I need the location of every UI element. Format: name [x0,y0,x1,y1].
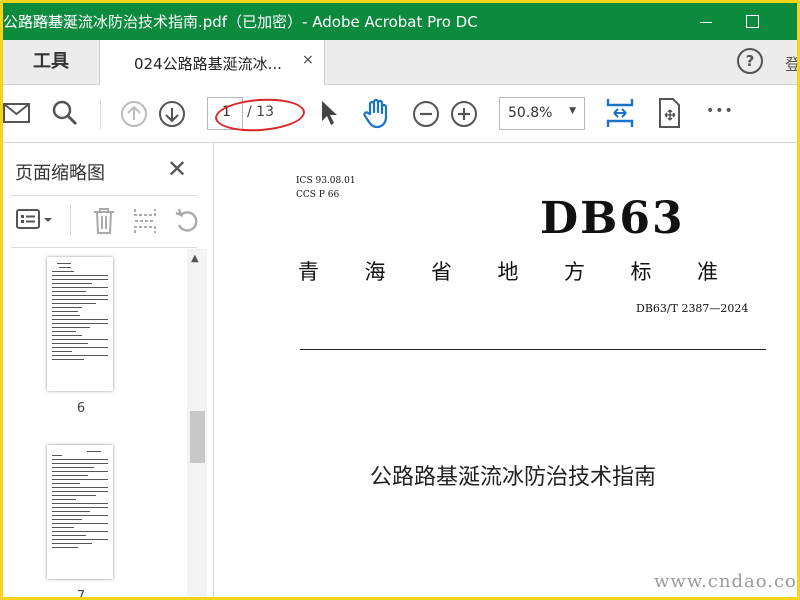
thumbnail-page-7[interactable] [47,445,113,579]
close-tab-icon[interactable]: × [302,52,314,68]
thumbnail-panel: 页面缩略图 ✕ 6 7 ▲ [3,143,214,597]
panel-tool-separator [70,205,71,235]
standard-name-char: 标 [630,260,652,284]
zoom-value: 50.8% [508,105,553,121]
email-icon[interactable] [3,102,31,124]
standard-name-char: 青 [298,260,319,284]
standard-name-char: 海 [364,260,386,284]
tab-tools[interactable]: 工具 [3,40,99,84]
thumbnail-list: 6 7 [3,249,187,597]
thumbnail-page-label: 7 [76,589,86,597]
document-view: ICS 93.08.01 CCS P 66 DB63 青 海 省 地 方 标 准… [214,143,797,597]
options-icon[interactable] [15,207,55,233]
login-button[interactable]: 登 [785,51,797,75]
tab-document[interactable]: 024公路路基涎流冰... × [99,40,325,85]
acrobat-window: 公路路基涎流冰防治技术指南.pdf（已加密）- Adobe Acrobat Pr… [3,3,797,597]
zoom-in-icon[interactable] [450,100,478,128]
hand-tool-icon[interactable] [361,97,393,129]
select-cursor-icon[interactable] [319,99,339,127]
toolbar-separator [100,99,101,129]
scroll-up-icon[interactable]: ▲ [191,253,199,264]
more-icon[interactable]: ••• [706,103,734,119]
next-page-icon[interactable] [158,100,186,128]
tab-document-label: 024公路路基涎流冰... [134,55,282,73]
panel-title: 页面缩略图 [15,163,105,184]
standard-name: 青 海 省 地 方 标 准 [298,256,718,286]
thumbnail-page-label: 6 [76,401,86,416]
search-icon[interactable] [51,99,79,127]
maximize-button[interactable] [729,3,775,40]
close-panel-icon[interactable]: ✕ [167,155,187,183]
standard-number: DB63/T 2387—2024 [636,302,749,315]
standard-name-char: 准 [697,260,718,284]
thumbnail-scrollbar[interactable]: ▲ [187,249,207,597]
standard-name-char: 地 [497,260,519,284]
standard-name-char: 省 [431,260,452,284]
header-rule [300,349,766,350]
zoom-dropdown[interactable]: 50.8% ▼ [499,97,585,130]
fit-page-icon[interactable] [605,97,635,129]
panel-divider [11,247,197,248]
corner-watermark: 华军软件园 [21,14,76,27]
panel-divider [11,195,197,196]
zoom-out-icon[interactable] [412,100,440,128]
previous-page-icon[interactable] [120,100,148,128]
insert-icon[interactable] [131,207,159,235]
rotate-view-icon[interactable] [655,97,683,129]
classification-codes: ICS 93.08.01 CCS P 66 [296,174,356,202]
help-icon[interactable]: ? [737,48,763,74]
tab-bar: 工具 024公路路基涎流冰... × ? 登 [3,40,797,85]
title-bar: 公路路基涎流冰防治技术指南.pdf（已加密）- Adobe Acrobat Pr… [3,3,797,40]
standard-code: DB63 [540,193,685,244]
standard-name-char: 方 [564,260,585,284]
toolbar: 1 / 13 50.8% ▼ ••• [3,85,797,143]
thumbnail-page-6[interactable] [47,257,113,391]
delete-icon[interactable] [91,207,117,235]
ics-code: ICS 93.08.01 [296,176,356,186]
document-title: 公路路基涎流冰防治技术指南 [370,465,657,490]
ccs-code: CCS P 66 [296,190,340,200]
chevron-down-icon: ▼ [569,106,576,116]
scrollbar-thumb[interactable] [190,411,205,463]
undo-icon[interactable] [173,207,201,235]
minimize-button[interactable] [683,3,729,40]
site-watermark: www.cndao.com [654,571,797,592]
